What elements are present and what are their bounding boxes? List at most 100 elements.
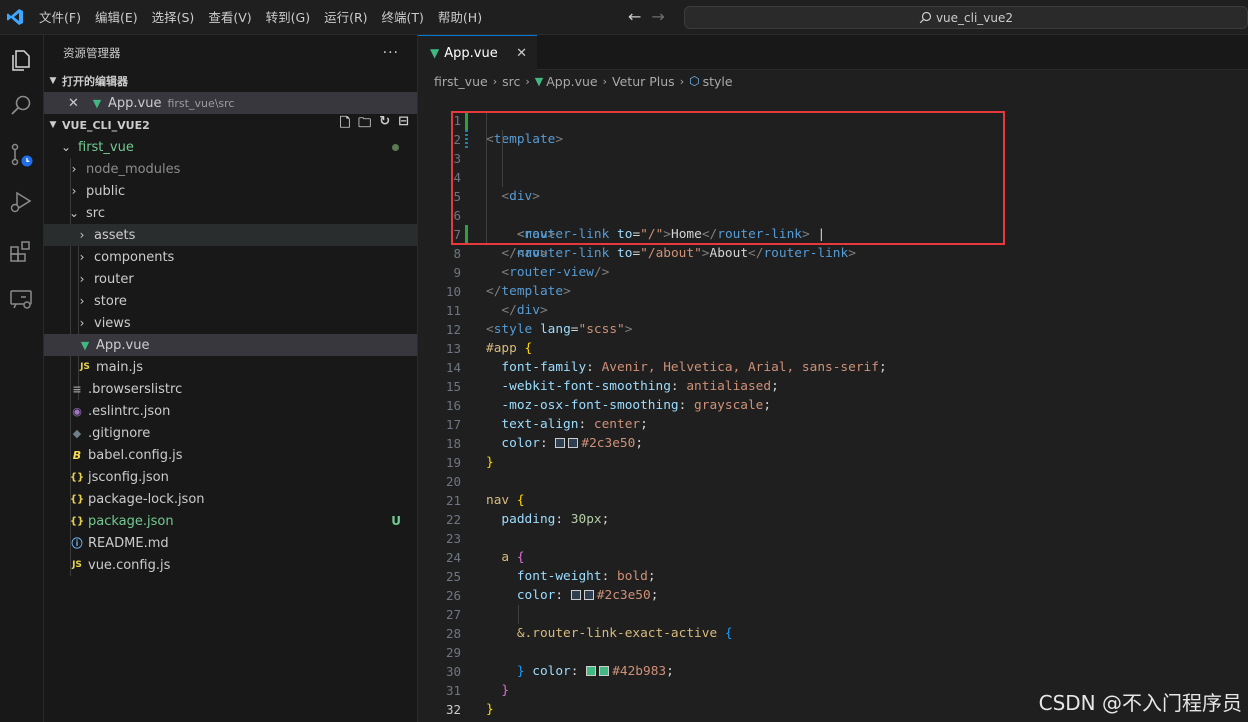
tab-title: App.vue xyxy=(444,45,498,61)
project-label: VUE_CLI_VUE2 xyxy=(62,118,150,132)
extensions-icon[interactable] xyxy=(7,237,35,265)
chevron-right-icon: › xyxy=(71,162,77,176)
tree-item-components[interactable]: › components xyxy=(44,246,417,268)
git-file-icon: ◆ xyxy=(72,426,82,440)
command-center-search[interactable]: vue_cli_vue2 xyxy=(684,6,1248,29)
collapse-all-icon[interactable]: ⊟ xyxy=(398,114,409,136)
tree-item-views[interactable]: › views xyxy=(44,312,417,334)
command-center-text: vue_cli_vue2 xyxy=(935,10,1014,25)
activity-bar xyxy=(0,35,44,722)
tree-item-eslintrc[interactable]: ◉ .eslintrc.json xyxy=(44,400,417,422)
json-file-icon: {} xyxy=(69,471,85,483)
tree-item-label: src xyxy=(86,205,105,221)
open-editor-item[interactable]: ✕ ▼ App.vue first_vue\src xyxy=(44,92,417,114)
open-editors-section[interactable]: ▼ 打开的编辑器 xyxy=(44,70,417,92)
tree-item-babel-config[interactable]: B babel.config.js xyxy=(44,444,417,466)
breadcrumb-item[interactable]: App.vue xyxy=(546,74,597,89)
code-line: 1 <template> xyxy=(418,92,1248,147)
chevron-right-icon: › xyxy=(79,294,85,308)
code-line: 29 } xyxy=(418,624,1248,679)
close-icon[interactable]: ✕ xyxy=(68,96,84,111)
tree-item-label: main.js xyxy=(96,359,143,375)
tree-item-main-js[interactable]: JS main.js xyxy=(44,356,417,378)
tree-item-label: components xyxy=(94,249,175,265)
indent-guide xyxy=(518,605,519,624)
code-line: 23 a { xyxy=(418,510,1248,565)
forward-arrow-icon[interactable]: → xyxy=(651,8,664,26)
info-file-icon: ⓘ xyxy=(71,537,83,550)
sidebar-header: 资源管理器 ··· xyxy=(44,35,417,70)
code-line: 9 </template> xyxy=(418,244,1248,299)
explorer-icon[interactable] xyxy=(7,46,35,74)
chevron-right-icon: › xyxy=(492,74,498,88)
code-line: 19 xyxy=(418,434,1248,470)
vscode-logo-icon xyxy=(7,9,23,25)
back-arrow-icon[interactable]: ← xyxy=(628,8,641,26)
breadcrumb-item[interactable]: style xyxy=(703,74,733,89)
breadcrumb-item[interactable]: src xyxy=(502,74,520,89)
menu-terminal[interactable]: 终端(T) xyxy=(375,0,431,35)
tree-item-assets[interactable]: › assets xyxy=(44,224,417,246)
tree-item-browserslistrc[interactable]: ≡ .browserslistrc xyxy=(44,378,417,400)
code-line: 17 color: #2c3e50; xyxy=(418,396,1248,451)
source-control-icon[interactable] xyxy=(7,141,35,169)
watermark-text: CSDN @不入门程序员 xyxy=(1038,691,1242,715)
menu-selection[interactable]: 选择(S) xyxy=(145,0,202,35)
more-actions-icon[interactable]: ··· xyxy=(383,45,399,61)
tree-item-label: .browserslistrc xyxy=(88,381,183,397)
json-file-icon: {} xyxy=(69,515,85,527)
tree-item-label: assets xyxy=(94,227,136,243)
refresh-icon[interactable]: ↻ xyxy=(379,114,390,136)
search-icon[interactable] xyxy=(7,92,35,120)
code-line: 13 font-family: Avenir, Helvetica, Arial… xyxy=(418,320,1248,375)
tree-item-label: .eslintrc.json xyxy=(88,403,171,419)
tree-item-app-vue[interactable]: ▼ App.vue xyxy=(44,334,417,356)
tree-item-store[interactable]: › store xyxy=(44,290,417,312)
tree-item-src[interactable]: ⌄ src xyxy=(44,202,417,224)
code-line: 25 color: #2c3e50; xyxy=(418,548,1248,603)
tree-item-label: package-lock.json xyxy=(88,491,205,507)
tree-item-package-lock[interactable]: {} package-lock.json xyxy=(44,488,417,510)
code-line: 11 <style lang="scss"> xyxy=(418,282,1248,337)
tree-item-jsconfig[interactable]: {} jsconfig.json xyxy=(44,466,417,488)
chevron-down-icon: ⌄ xyxy=(60,140,72,154)
chevron-right-icon: › xyxy=(71,184,77,198)
tab-app-vue[interactable]: ▼ App.vue ✕ xyxy=(418,35,537,70)
code-line: 10 xyxy=(418,263,1248,299)
menu-help[interactable]: 帮助(H) xyxy=(431,0,489,35)
tree-item-node-modules[interactable]: › node_modules xyxy=(44,158,417,180)
menu-go[interactable]: 转到(G) xyxy=(259,0,317,35)
menu-file[interactable]: 文件(F) xyxy=(32,0,88,35)
tree-item-router[interactable]: › router xyxy=(44,268,417,290)
chevron-down-icon: ▼ xyxy=(49,120,57,130)
vue-file-icon: ▼ xyxy=(92,96,102,110)
file-tree: ⌄ first_vue › node_modules › public ⌄ sr… xyxy=(44,136,417,576)
tree-item-vue-config[interactable]: JS vue.config.js xyxy=(44,554,417,576)
untracked-badge: U xyxy=(391,514,401,528)
remote-explorer-icon[interactable] xyxy=(7,285,35,313)
tree-item-gitignore[interactable]: ◆ .gitignore xyxy=(44,422,417,444)
menu-edit[interactable]: 编辑(E) xyxy=(88,0,145,35)
tree-item-package-json[interactable]: {} package.json U xyxy=(44,510,417,532)
tree-item-readme[interactable]: ⓘ README.md xyxy=(44,532,417,554)
project-section[interactable]: ▼ VUE_CLI_VUE2 🗋 🗀 ↻ ⊟ xyxy=(44,114,417,136)
menu-run[interactable]: 运行(R) xyxy=(317,0,374,35)
code-line: 12 #app { xyxy=(418,301,1248,356)
tree-item-first-vue[interactable]: ⌄ first_vue xyxy=(44,136,417,158)
new-folder-icon[interactable]: 🗀 xyxy=(358,114,371,136)
tree-item-label: vue.config.js xyxy=(88,557,171,573)
vue-file-icon: ▼ xyxy=(534,74,544,88)
menu-view[interactable]: 查看(V) xyxy=(201,0,258,35)
breadcrumb-item[interactable]: Vetur Plus xyxy=(612,74,675,89)
breadcrumb-item[interactable]: first_vue xyxy=(434,74,488,89)
new-file-icon[interactable]: 🗋 xyxy=(340,114,350,136)
tree-item-label: node_modules xyxy=(86,161,181,177)
chevron-right-icon: › xyxy=(79,228,85,242)
code-line: 21 padding: 30px; xyxy=(418,472,1248,527)
close-icon[interactable]: ✕ xyxy=(516,46,527,61)
code-line: 20 nav { xyxy=(418,453,1248,508)
tree-item-public[interactable]: › public xyxy=(44,180,417,202)
chevron-down-icon: ▼ xyxy=(49,76,57,86)
run-debug-icon[interactable] xyxy=(7,188,35,216)
search-icon xyxy=(919,11,932,24)
